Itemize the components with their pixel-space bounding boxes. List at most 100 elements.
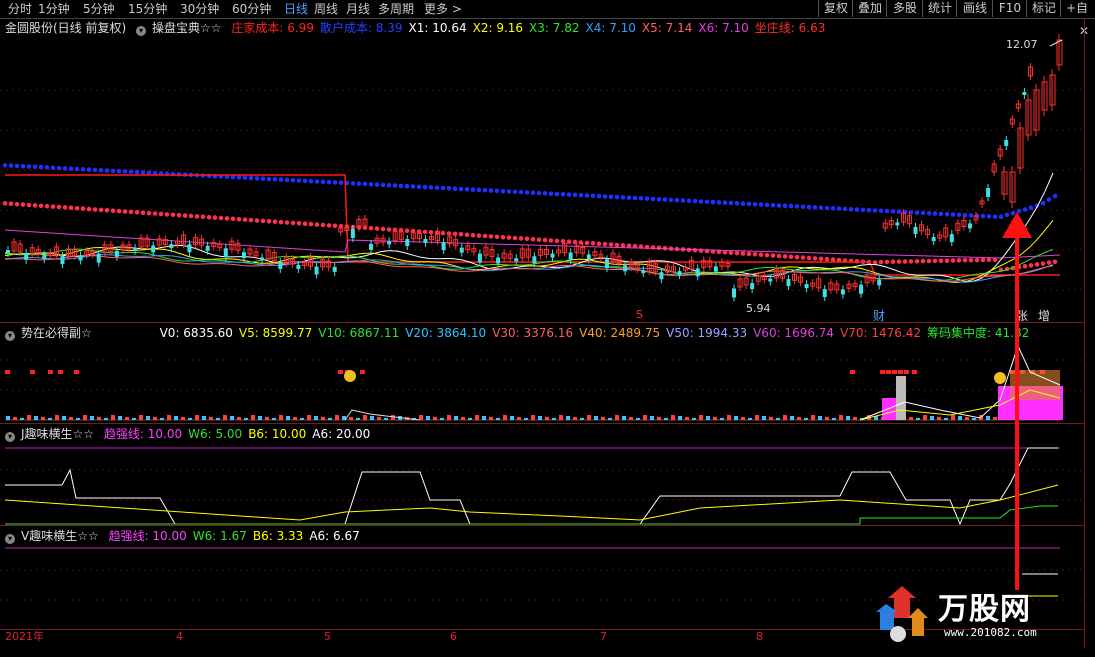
- candle-body: [1022, 92, 1027, 95]
- blue-cost-dot: [812, 205, 818, 210]
- volume-bar: [524, 418, 528, 420]
- red-cost-dot: [26, 202, 32, 208]
- volume-bar: [146, 416, 150, 420]
- red-cost-dot: [86, 206, 92, 212]
- red-cost-dot: [482, 233, 488, 239]
- red-cost-dot: [788, 254, 794, 260]
- red-cost-dot: [938, 258, 944, 264]
- blue-cost-dot: [998, 214, 1004, 219]
- volume-bar: [335, 415, 339, 420]
- volume-bar: [776, 418, 780, 420]
- volume-bar: [727, 415, 731, 420]
- volume-bar: [762, 416, 766, 420]
- blue-cost-dot: [290, 177, 296, 183]
- red-cost-dot: [14, 201, 20, 207]
- a6-line: [5, 447, 1058, 526]
- candle-body: [586, 254, 591, 260]
- blue-cost-dot: [770, 202, 776, 208]
- volume-bar: [83, 415, 87, 420]
- volume-bar: [433, 417, 437, 420]
- volume-bar: [531, 415, 535, 420]
- volume-bar: [790, 416, 794, 420]
- blue-cost-dot: [794, 204, 800, 209]
- volume-bar: [55, 415, 59, 420]
- red-cost-dot: [1034, 262, 1040, 267]
- candle-body: [205, 245, 210, 251]
- red-cost-dot: [806, 255, 812, 261]
- red-cost-dot: [698, 248, 704, 253]
- blue-cost-dot: [476, 187, 482, 193]
- red-cost-dot: [524, 236, 530, 242]
- volume-bar: [923, 415, 927, 420]
- volume-bar: [517, 417, 521, 420]
- volume-bar: [20, 418, 24, 420]
- blue-cost-dot: [782, 203, 788, 209]
- volume-bar: [566, 416, 570, 420]
- blue-cost-dot: [896, 209, 902, 214]
- red-cost-dot: [68, 205, 74, 211]
- red-cost-dot: [752, 252, 758, 257]
- volume-bar: [678, 416, 682, 420]
- red-cost-dot: [62, 205, 68, 210]
- signal-dot: [898, 370, 903, 374]
- blue-cost-dot: [764, 202, 770, 208]
- blue-cost-dot: [332, 180, 338, 185]
- signal-dot: [912, 370, 917, 374]
- blue-cost-dot: [470, 187, 476, 192]
- blue-cost-dot: [614, 194, 620, 200]
- red-cost-dot: [374, 226, 380, 231]
- volume-bar: [293, 417, 297, 420]
- blue-cost-dot: [740, 201, 746, 206]
- red-cost-dot: [782, 254, 788, 259]
- volume-bar: [321, 417, 325, 420]
- signal-dot: [338, 370, 343, 374]
- red-cost-dot: [620, 243, 626, 248]
- red-cost-dot: [776, 253, 782, 259]
- blue-cost-dot: [758, 202, 764, 207]
- red-cost-dot: [968, 257, 974, 263]
- red-cost-dot: [932, 258, 938, 264]
- volume-bar: [685, 417, 689, 420]
- blue-cost-dot: [8, 163, 14, 168]
- blue-cost-dot: [488, 188, 494, 193]
- candle-body: [677, 271, 682, 276]
- red-cost-dot: [80, 206, 86, 211]
- red-cost-dot: [200, 214, 206, 220]
- red-cost-dot: [1028, 263, 1034, 268]
- volume-bar: [27, 415, 31, 420]
- volume-bar: [496, 418, 500, 420]
- blue-cost-dot: [578, 192, 584, 198]
- blue-cost-dot: [446, 186, 452, 191]
- volume-bar: [118, 416, 122, 420]
- red-cost-dot: [296, 221, 302, 226]
- volume-bar: [209, 417, 213, 420]
- red-cost-dot: [878, 259, 884, 265]
- blue-cost-dot: [134, 169, 140, 175]
- blue-cost-dot: [500, 188, 506, 194]
- red-cost-dot: [536, 237, 542, 242]
- signal-dot: [904, 370, 909, 374]
- red-cost-dot: [278, 219, 284, 225]
- volume-bar: [748, 418, 752, 420]
- volume-bar: [356, 418, 360, 420]
- volume-bar: [461, 417, 465, 420]
- volume-bar: [601, 417, 605, 420]
- high-price-pointer: [1049, 39, 1063, 47]
- blue-cost-dot: [1022, 207, 1028, 212]
- candle-body: [713, 266, 718, 272]
- candle-body: [42, 255, 47, 260]
- red-cost-dot: [266, 219, 272, 224]
- blue-cost-dot: [404, 183, 410, 189]
- red-cost-dot: [260, 218, 266, 224]
- candle-body: [387, 241, 392, 245]
- volume-bar: [300, 418, 304, 420]
- volume-bar: [188, 418, 192, 420]
- red-cost-dot: [656, 245, 662, 251]
- red-cost-dot: [740, 251, 746, 256]
- volume-bar: [34, 416, 38, 420]
- blue-cost-dot: [842, 206, 848, 212]
- signal-dot: [892, 370, 897, 374]
- blue-cost-dot: [368, 182, 374, 187]
- kline-chart-canvas[interactable]: 12.07 5.94 S 财 张 增: [0, 0, 1084, 629]
- volume-bar: [944, 418, 948, 420]
